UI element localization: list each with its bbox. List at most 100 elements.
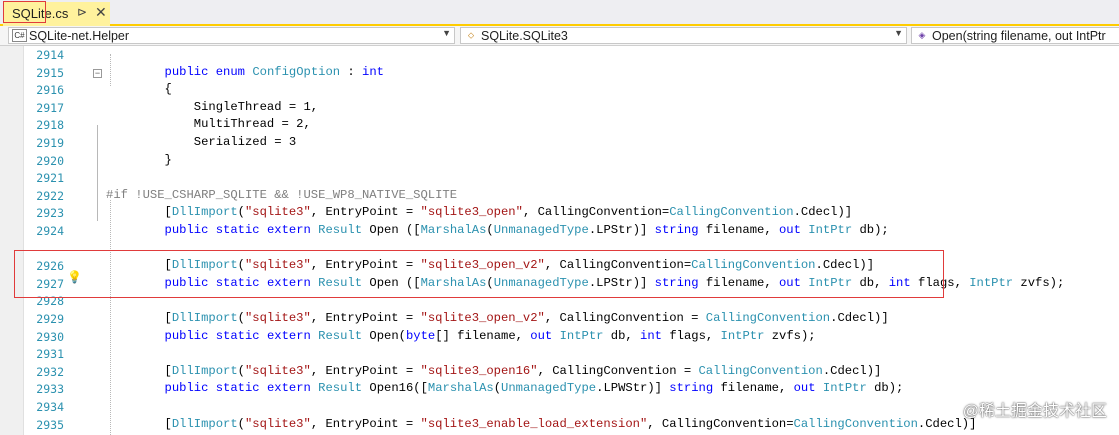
code-token: } xyxy=(106,152,172,167)
code-text[interactable]: MultiThread = 2, xyxy=(106,117,311,131)
code-token: , EntryPoint = xyxy=(310,311,421,325)
code-line[interactable]: 2931 xyxy=(0,346,1119,364)
code-token: "sqlite3_enable_load_extension" xyxy=(420,416,648,431)
code-text[interactable]: public static extern Result Open16([Mars… xyxy=(106,381,904,396)
code-token: out xyxy=(793,381,816,396)
code-token: "sqlite3_open16" xyxy=(420,363,538,378)
code-token: static xyxy=(215,223,260,237)
code-line[interactable]: 2930 public static extern Result Open(by… xyxy=(0,329,1119,347)
code-line[interactable]: 2918 MultiThread = 2, xyxy=(0,117,1119,135)
navigation-bar: C# SQLite-net.Helper ▼ ⬦ SQLite.SQLite3 … xyxy=(0,26,1119,46)
code-text[interactable]: Serialized = 3 xyxy=(106,135,296,149)
code-line[interactable]: 2919 Serialized = 3 xyxy=(0,135,1119,153)
project-dropdown[interactable]: C# SQLite-net.Helper ▼ xyxy=(8,27,455,44)
code-editor[interactable]: 2914 2915 public enum ConfigOption : int 2… xyxy=(0,46,1119,435)
line-number: 2931 xyxy=(36,347,64,362)
code-token: .Cdecl)] xyxy=(830,311,889,325)
line-number: 2915 xyxy=(36,65,64,80)
code-token: [ xyxy=(106,205,172,220)
code-text[interactable]: } xyxy=(106,153,172,167)
code-token: string xyxy=(654,223,699,237)
member-dropdown-label: Open(string filename, out IntPtr xyxy=(932,29,1106,43)
chevron-down-icon[interactable]: ▼ xyxy=(894,28,903,38)
code-text[interactable]: [DllImport("sqlite3", EntryPoint = "sqli… xyxy=(106,205,853,220)
code-token: flags, xyxy=(662,328,721,343)
code-text[interactable]: #if !USE_CSHARP_SQLITE && !USE_WP8_NATIV… xyxy=(106,188,457,202)
collapse-icon[interactable]: − xyxy=(93,69,102,78)
code-token: extern xyxy=(266,223,311,237)
line-number: 2933 xyxy=(36,382,64,397)
code-annotation-box xyxy=(14,250,944,298)
code-token: DllImport xyxy=(171,363,238,378)
code-token: public xyxy=(164,328,209,343)
code-token: [ xyxy=(106,311,172,325)
pin-icon[interactable]: ⊳ xyxy=(77,5,87,19)
code-token: SingleThread = 1, xyxy=(106,99,319,114)
code-line[interactable]: 2920 } xyxy=(0,153,1119,171)
code-text[interactable]: public static extern Result Open(byte[] … xyxy=(106,329,816,343)
code-line[interactable]: 2923 [DllImport("sqlite3", EntryPoint = … xyxy=(0,205,1119,223)
code-line[interactable]: 2921 xyxy=(0,170,1119,188)
code-token: CallingConvention xyxy=(698,363,823,378)
code-token: public xyxy=(164,381,209,396)
line-number: 2922 xyxy=(36,188,64,203)
code-token: "sqlite3_open_v2" xyxy=(420,311,545,325)
code-token: string xyxy=(669,381,714,396)
code-line[interactable]: 2932 [DllImport("sqlite3", EntryPoint = … xyxy=(0,364,1119,382)
code-token: [] filename, xyxy=(435,328,531,343)
line-number: 2930 xyxy=(36,329,64,344)
code-token: MarshalAs xyxy=(427,381,494,396)
code-token: extern xyxy=(266,381,311,396)
code-token: Open16([ xyxy=(362,381,428,396)
code-text[interactable]: [DllImport("sqlite3", EntryPoint = "sqli… xyxy=(106,416,977,431)
member-dropdown[interactable]: ◈ Open(string filename, out IntPtr xyxy=(911,27,1119,44)
code-token: zvfs); xyxy=(764,328,816,343)
line-number: 2920 xyxy=(36,153,64,168)
code-token: filename, xyxy=(698,223,779,237)
code-token: IntPtr xyxy=(808,223,853,237)
code-token: IntPtr xyxy=(822,381,867,396)
line-number: 2921 xyxy=(36,171,64,186)
code-line[interactable]: 2924 public static extern Result Open ([… xyxy=(0,223,1119,241)
code-text[interactable]: public enum ConfigOption : int xyxy=(106,65,384,79)
code-line[interactable]: 2917 SingleThread = 1, xyxy=(0,100,1119,118)
code-token: , EntryPoint = xyxy=(310,205,421,220)
code-token: "sqlite3_open" xyxy=(420,205,523,220)
code-token: Result xyxy=(318,328,363,343)
type-dropdown[interactable]: ⬦ SQLite.SQLite3 ▼ xyxy=(460,27,907,44)
line-number: 2917 xyxy=(36,100,64,115)
code-line[interactable]: 2916 { xyxy=(0,82,1119,100)
code-token: db); xyxy=(852,223,889,237)
code-line[interactable]: 2914 xyxy=(0,47,1119,65)
code-line[interactable]: 2915 public enum ConfigOption : int xyxy=(0,65,1119,83)
code-token: int xyxy=(362,64,384,79)
code-text[interactable]: [DllImport("sqlite3", EntryPoint = "sqli… xyxy=(106,311,889,325)
code-line[interactable]: 2929 [DllImport("sqlite3", EntryPoint = … xyxy=(0,311,1119,329)
code-text[interactable]: public static extern Result Open ([Marsh… xyxy=(106,223,889,237)
code-token: out xyxy=(778,223,801,237)
code-token: , EntryPoint = xyxy=(310,416,421,431)
code-text[interactable]: [DllImport("sqlite3", EntryPoint = "sqli… xyxy=(106,363,882,378)
code-line[interactable]: 2933 public static extern Result Open16(… xyxy=(0,381,1119,399)
code-text[interactable]: SingleThread = 1, xyxy=(106,100,318,114)
code-line[interactable]: 2922 #if !USE_CSHARP_SQLITE && !USE_WP8_N… xyxy=(0,188,1119,206)
code-token: db, xyxy=(603,328,641,343)
code-text[interactable]: { xyxy=(106,82,172,96)
chevron-down-icon[interactable]: ▼ xyxy=(442,28,451,38)
code-token: "sqlite3" xyxy=(244,363,311,378)
close-icon[interactable]: ✕ xyxy=(95,4,107,21)
code-token: extern xyxy=(266,328,311,343)
code-line[interactable]: 2935 [DllImport("sqlite3", EntryPoint = … xyxy=(0,417,1119,435)
indent-guide xyxy=(110,200,111,435)
code-token: zvfs); xyxy=(1013,275,1065,290)
project-dropdown-label: SQLite-net.Helper xyxy=(29,29,130,43)
code-line[interactable]: 2934 xyxy=(0,399,1119,417)
